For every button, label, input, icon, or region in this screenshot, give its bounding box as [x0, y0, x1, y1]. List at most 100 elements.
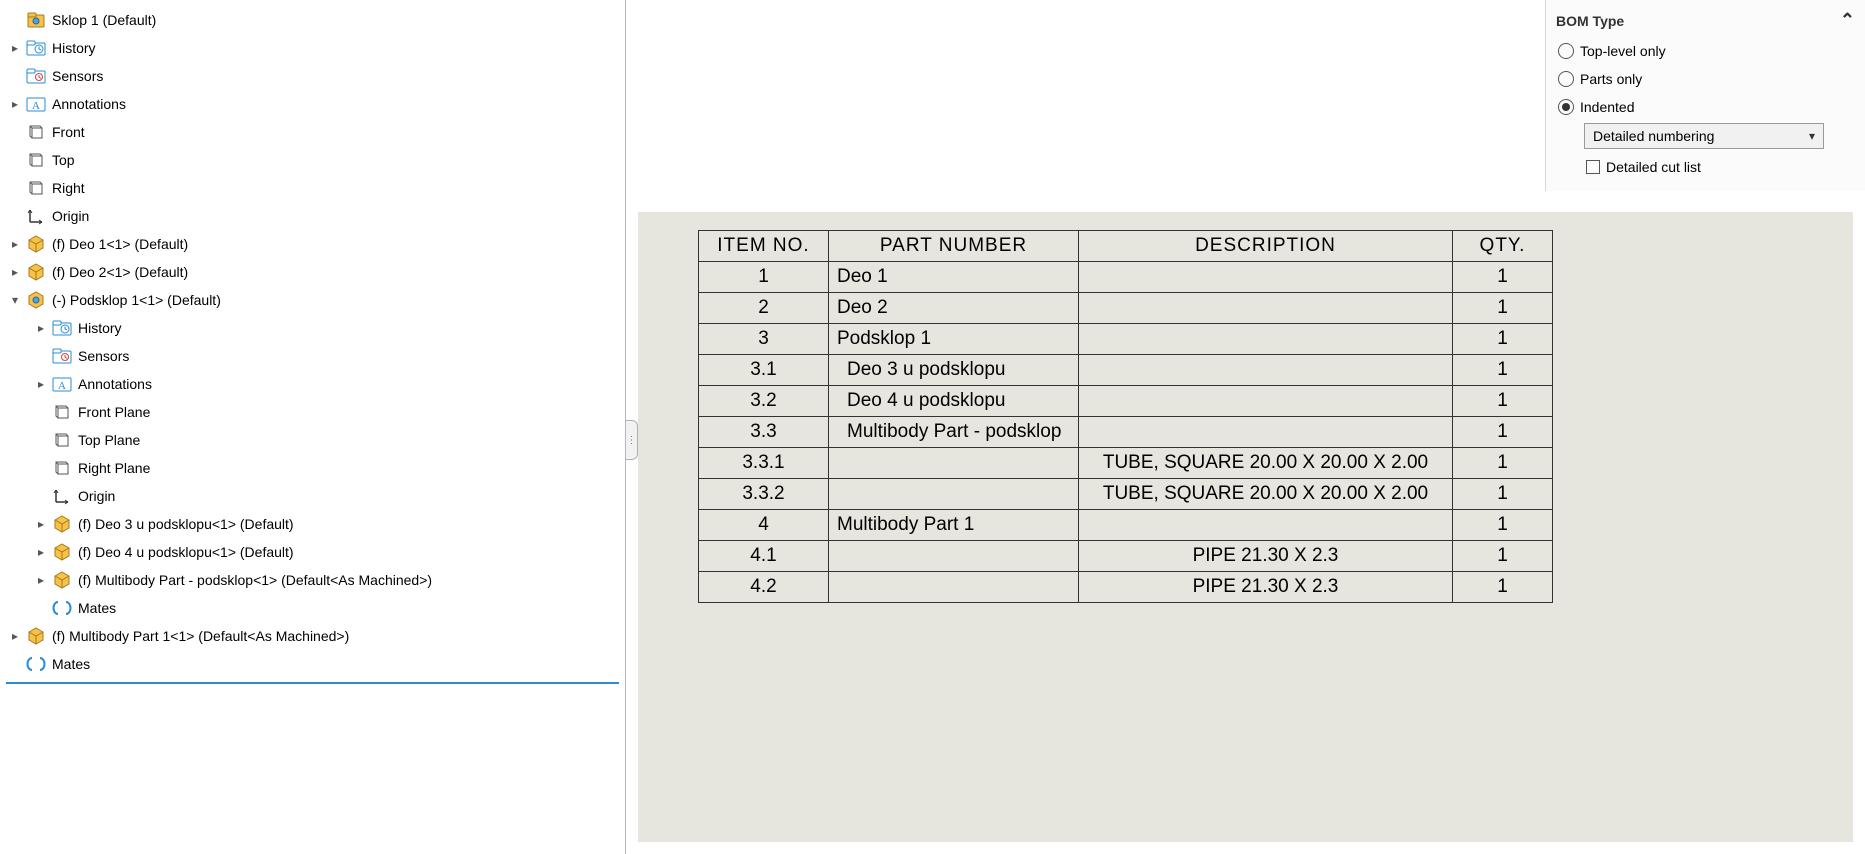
expander-icon[interactable]: ▸: [34, 321, 48, 335]
cell-qty[interactable]: 1: [1453, 324, 1553, 355]
cell-item-no[interactable]: 1: [699, 262, 829, 293]
expander-icon[interactable]: ▸: [8, 265, 22, 279]
tree-item[interactable]: Sensors: [0, 62, 625, 90]
cell-description[interactable]: TUBE, SQUARE 20.00 X 20.00 X 2.00: [1079, 448, 1453, 479]
header-qty[interactable]: QTY.: [1453, 231, 1553, 262]
table-row[interactable]: 3Podsklop 1 1: [699, 324, 1553, 355]
cell-part-number[interactable]: [829, 572, 1079, 603]
tree-item[interactable]: ▸(f) Multibody Part - podsklop<1> (Defau…: [0, 566, 625, 594]
expander-icon[interactable]: ▸: [34, 377, 48, 391]
cell-item-no[interactable]: 3: [699, 324, 829, 355]
expander-icon[interactable]: ▸: [8, 41, 22, 55]
cell-part-number[interactable]: [829, 479, 1079, 510]
radio-parts-only[interactable]: Parts only: [1556, 65, 1855, 93]
expander-icon[interactable]: ▸: [34, 573, 48, 587]
table-row[interactable]: 1Deo 11: [699, 262, 1553, 293]
expander-icon[interactable]: ▸: [8, 237, 22, 251]
cell-qty[interactable]: 1: [1453, 386, 1553, 417]
expander-icon[interactable]: ▸: [34, 517, 48, 531]
tree-item[interactable]: Right Plane: [0, 454, 625, 482]
expander-icon[interactable]: ▸: [8, 97, 22, 111]
tree-item[interactable]: Front Plane: [0, 398, 625, 426]
cell-qty[interactable]: 1: [1453, 510, 1553, 541]
cell-part-number[interactable]: Podsklop 1: [829, 324, 1079, 355]
cell-item-no[interactable]: 3.3: [699, 417, 829, 448]
tree-item[interactable]: Mates: [0, 650, 625, 678]
table-row[interactable]: 3.3Multibody Part - podsklop 1: [699, 417, 1553, 448]
cell-part-number[interactable]: Multibody Part - podsklop: [829, 417, 1079, 448]
panel-splitter-handle[interactable]: ⋮: [626, 420, 638, 460]
cell-part-number[interactable]: [829, 541, 1079, 572]
radio-top-level-only[interactable]: Top-level only: [1556, 37, 1855, 65]
cell-description[interactable]: PIPE 21.30 X 2.3: [1079, 541, 1453, 572]
cell-qty[interactable]: 1: [1453, 572, 1553, 603]
expander-icon[interactable]: ▸: [34, 545, 48, 559]
tree-item[interactable]: Origin: [0, 482, 625, 510]
tree-item[interactable]: Mates: [0, 594, 625, 622]
cell-part-number[interactable]: [829, 448, 1079, 479]
tree-item[interactable]: ▸(f) Deo 4 u podsklopu<1> (Default): [0, 538, 625, 566]
tree-item[interactable]: ▸History: [0, 34, 625, 62]
cell-qty[interactable]: 1: [1453, 541, 1553, 572]
cell-item-no[interactable]: 3.1: [699, 355, 829, 386]
cell-qty[interactable]: 1: [1453, 293, 1553, 324]
cell-item-no[interactable]: 2: [699, 293, 829, 324]
cell-qty[interactable]: 1: [1453, 355, 1553, 386]
tree-item[interactable]: ▸History: [0, 314, 625, 342]
cell-part-number[interactable]: Multibody Part 1: [829, 510, 1079, 541]
cell-description[interactable]: TUBE, SQUARE 20.00 X 20.00 X 2.00: [1079, 479, 1453, 510]
table-row[interactable]: 3.2Deo 4 u podsklopu 1: [699, 386, 1553, 417]
cell-description[interactable]: PIPE 21.30 X 2.3: [1079, 572, 1453, 603]
cell-description[interactable]: [1079, 324, 1453, 355]
cell-qty[interactable]: 1: [1453, 479, 1553, 510]
table-row[interactable]: 3.3.1 TUBE, SQUARE 20.00 X 20.00 X 2.001: [699, 448, 1553, 479]
cell-description[interactable]: [1079, 510, 1453, 541]
cell-description[interactable]: [1079, 293, 1453, 324]
tree-item[interactable]: Top Plane: [0, 426, 625, 454]
radio-indented[interactable]: Indented: [1556, 93, 1855, 121]
cell-part-number[interactable]: Deo 2: [829, 293, 1079, 324]
tree-item[interactable]: Sensors: [0, 342, 625, 370]
collapse-chevron-icon[interactable]: ⌃: [1840, 10, 1855, 31]
table-row[interactable]: 2Deo 2 1: [699, 293, 1553, 324]
tree-item[interactable]: Right: [0, 174, 625, 202]
cell-item-no[interactable]: 4.2: [699, 572, 829, 603]
tree-item[interactable]: ▸(f) Deo 1<1> (Default): [0, 230, 625, 258]
cell-item-no[interactable]: 3.2: [699, 386, 829, 417]
cell-description[interactable]: [1079, 355, 1453, 386]
tree-item[interactable]: ▸AAnnotations: [0, 370, 625, 398]
tree-item[interactable]: Top: [0, 146, 625, 174]
expander-icon[interactable]: ▾: [8, 293, 22, 307]
tree-item[interactable]: Origin: [0, 202, 625, 230]
tree-item[interactable]: ▸(f) Multibody Part 1<1> (Default<As Mac…: [0, 622, 625, 650]
checkbox-detailed-cut-list[interactable]: Detailed cut list: [1584, 153, 1855, 181]
cell-item-no[interactable]: 4: [699, 510, 829, 541]
cell-item-no[interactable]: 3.3.2: [699, 479, 829, 510]
cell-description[interactable]: [1079, 386, 1453, 417]
cell-description[interactable]: [1079, 417, 1453, 448]
cell-qty[interactable]: 1: [1453, 448, 1553, 479]
bom-table[interactable]: ITEM NO. PART NUMBER DESCRIPTION QTY. 1D…: [698, 230, 1553, 603]
cell-qty[interactable]: 1: [1453, 417, 1553, 448]
header-part-number[interactable]: PART NUMBER: [829, 231, 1079, 262]
table-row[interactable]: 3.1Deo 3 u podsklopu 1: [699, 355, 1553, 386]
tree-item[interactable]: ▸(f) Deo 3 u podsklopu<1> (Default): [0, 510, 625, 538]
cell-description[interactable]: [1079, 262, 1453, 293]
table-row[interactable]: 4Multibody Part 1 1: [699, 510, 1553, 541]
cell-part-number[interactable]: Deo 3 u podsklopu: [829, 355, 1079, 386]
table-row[interactable]: 3.3.2 TUBE, SQUARE 20.00 X 20.00 X 2.001: [699, 479, 1553, 510]
cell-qty[interactable]: 1: [1453, 262, 1553, 293]
expander-icon[interactable]: ▸: [8, 629, 22, 643]
tree-root[interactable]: Sklop 1 (Default): [0, 6, 625, 34]
header-description[interactable]: DESCRIPTION: [1079, 231, 1453, 262]
cell-part-number[interactable]: Deo 1: [829, 262, 1079, 293]
numbering-dropdown[interactable]: Detailed numbering ▾: [1584, 123, 1824, 149]
cell-item-no[interactable]: 4.1: [699, 541, 829, 572]
header-item-no[interactable]: ITEM NO.: [699, 231, 829, 262]
tree-item[interactable]: ▸(f) Deo 2<1> (Default): [0, 258, 625, 286]
tree-item[interactable]: ▸AAnnotations: [0, 90, 625, 118]
table-row[interactable]: 4.2 PIPE 21.30 X 2.31: [699, 572, 1553, 603]
cell-part-number[interactable]: Deo 4 u podsklopu: [829, 386, 1079, 417]
tree-item[interactable]: Front: [0, 118, 625, 146]
cell-item-no[interactable]: 3.3.1: [699, 448, 829, 479]
